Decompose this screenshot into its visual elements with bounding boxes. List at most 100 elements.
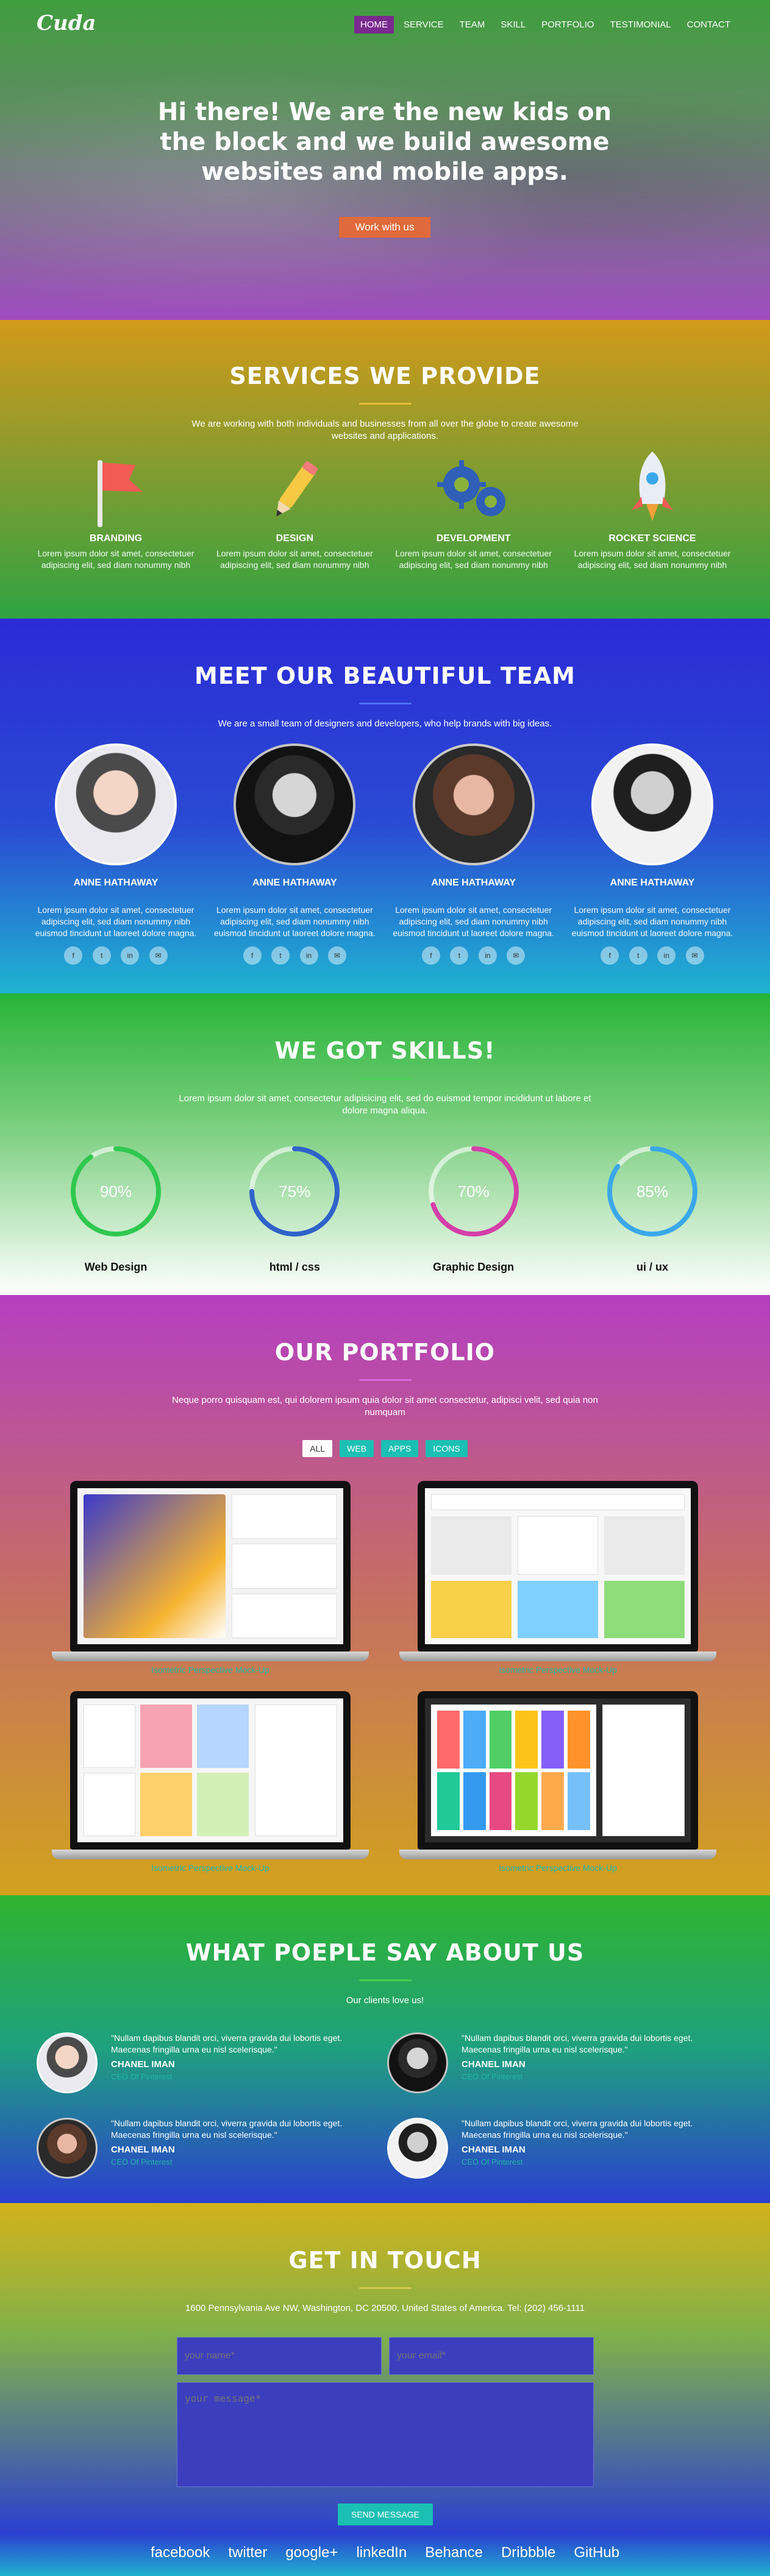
portfolio-item[interactable]: Isometric Perspective Mock-Up <box>399 1481 716 1675</box>
footer-links: facebook twitter google+ linkedIn Behanc… <box>0 2544 770 2561</box>
service-text: Lorem ipsum dolor sit amet, consectetuer… <box>37 548 194 570</box>
portfolio-caption: Isometric Perspective Mock-Up <box>499 1665 617 1675</box>
email-icon[interactable]: ✉ <box>685 946 704 965</box>
testimonial-role: CEO Of Pinterest <box>111 2157 173 2166</box>
facebook-icon[interactable]: f <box>421 946 440 965</box>
contact-divider <box>358 2287 412 2289</box>
avatar <box>37 2118 98 2179</box>
email-input[interactable] <box>389 2337 594 2375</box>
team-member-bio: Lorem ipsum dolor sit amet, consectetuer… <box>214 905 376 938</box>
avatar <box>387 2032 448 2093</box>
portfolio-item[interactable]: Isometric Perspective Mock-Up <box>399 1691 716 1873</box>
gallery-screen <box>77 1698 343 1842</box>
team-member-bio: Lorem ipsum dolor sit amet, consectetuer… <box>571 905 733 938</box>
email-icon[interactable]: ✉ <box>507 946 526 965</box>
service-title: ROCKET SCIENCE <box>608 533 696 544</box>
laptop-screen <box>70 1691 351 1850</box>
testimonials-grid: "Nullam dapibus blandit orci, viverra gr… <box>37 2032 732 2179</box>
testimonial-card: "Nullam dapibus blandit orci, viverra gr… <box>37 2032 354 2093</box>
nav-item-contact[interactable]: CONTACT <box>681 16 736 34</box>
brand-logo[interactable]: Cuda <box>37 11 96 35</box>
footer-link-linkedin[interactable]: linkedIn <box>356 2544 407 2561</box>
testimonial-name: CHANEL IMAN <box>111 2144 175 2155</box>
team-member-name: ANNE HATHAWAY <box>610 878 695 888</box>
hero-section: Cuda HOME SERVICE TEAM SKILL PORTFOLIO T… <box>0 0 770 320</box>
contact-row <box>177 2337 594 2375</box>
filter-web[interactable]: WEB <box>340 1440 374 1457</box>
twitter-icon[interactable]: t <box>450 946 469 965</box>
name-input[interactable] <box>177 2337 382 2375</box>
contact-title: GET IN TOUCH <box>288 2247 482 2274</box>
portfolio-item[interactable]: Isometric Perspective Mock-Up <box>52 1481 369 1675</box>
team-member: ANNE HATHAWAY Lorem ipsum dolor sit amet… <box>212 743 377 965</box>
laptop-mockup <box>52 1481 369 1661</box>
twitter-icon[interactable]: t <box>92 946 111 965</box>
facebook-icon[interactable]: f <box>64 946 83 965</box>
twitter-icon[interactable]: t <box>629 946 647 965</box>
portfolio-item[interactable]: Isometric Perspective Mock-Up <box>52 1691 369 1873</box>
nav-item-home[interactable]: HOME <box>354 16 394 34</box>
email-icon[interactable]: ✉ <box>149 946 168 965</box>
testimonials-lead: Our clients love us! <box>346 1995 424 2006</box>
team-member: ANNE HATHAWAY Lorem ipsum dolor sit amet… <box>570 743 735 965</box>
footer: facebook twitter google+ linkedIn Behanc… <box>0 2533 770 2576</box>
facebook-icon[interactable]: f <box>243 946 262 965</box>
footer-link-behance[interactable]: Behance <box>425 2544 483 2561</box>
laptop-base <box>52 1850 369 1859</box>
icons-screen <box>425 1698 691 1842</box>
linkedin-icon[interactable]: in <box>657 946 676 965</box>
skill-item: 85% ui / ux <box>570 1143 735 1274</box>
skill-ring: 70% <box>425 1143 522 1240</box>
service-title: BRANDING <box>89 533 143 544</box>
testimonial-name: CHANEL IMAN <box>111 2059 175 2070</box>
testimonials-divider <box>358 1979 412 1981</box>
footer-link-dribbble[interactable]: Dribbble <box>501 2544 555 2561</box>
service-item: DEVELOPMENT Lorem ipsum dolor sit amet, … <box>391 448 556 571</box>
service-title: DESIGN <box>276 533 313 544</box>
testimonial-quote: "Nullam dapibus blandit orci, viverra gr… <box>462 2118 693 2140</box>
footer-link-googleplus[interactable]: google+ <box>285 2544 338 2561</box>
email-icon[interactable]: ✉ <box>328 946 346 965</box>
filter-all[interactable]: ALL <box>302 1440 333 1457</box>
hero-title: Hi there! We are the new kids on the blo… <box>157 98 612 186</box>
linkedin-icon[interactable]: in <box>299 946 318 965</box>
skill-label: ui / ux <box>636 1261 668 1273</box>
team-section: MEET OUR BEAUTIFUL TEAM We are a small t… <box>0 619 770 993</box>
testimonial-quote: "Nullam dapibus blandit orci, viverra gr… <box>111 2118 343 2140</box>
testimonials-title: WHAT POEPLE SAY ABOUT US <box>185 1939 585 1966</box>
nav-item-portfolio[interactable]: PORTFOLIO <box>535 16 600 34</box>
twitter-icon[interactable]: t <box>271 946 290 965</box>
skill-ring: 90% <box>67 1143 165 1240</box>
skill-label: html / css <box>269 1261 320 1273</box>
filter-icons[interactable]: ICONS <box>426 1440 468 1457</box>
gears-icon <box>391 448 556 527</box>
work-with-us-button[interactable]: Work with us <box>339 217 430 238</box>
footer-link-facebook[interactable]: facebook <box>151 2544 210 2561</box>
laptop-screen <box>418 1481 698 1652</box>
footer-link-github[interactable]: GitHub <box>574 2544 619 2561</box>
avatar <box>591 743 713 865</box>
nav-item-service[interactable]: SERVICE <box>397 16 450 34</box>
nav-item-skill[interactable]: SKILL <box>494 16 532 34</box>
footer-link-twitter[interactable]: twitter <box>228 2544 267 2561</box>
message-textarea[interactable] <box>177 2382 594 2487</box>
team-lead: We are a small team of designers and dev… <box>218 719 552 729</box>
nav-item-testimonial[interactable]: TESTIMONIAL <box>604 16 677 34</box>
laptop-mockup <box>399 1481 716 1661</box>
send-message-button[interactable]: SEND MESSAGE <box>337 2503 433 2525</box>
linkedin-icon[interactable]: in <box>478 946 497 965</box>
linkedin-icon[interactable]: in <box>121 946 140 965</box>
nav-item-team[interactable]: TEAM <box>454 16 491 34</box>
portfolio-caption: Isometric Perspective Mock-Up <box>151 1665 269 1675</box>
filter-apps[interactable]: APPS <box>381 1440 419 1457</box>
skill-item: 75% html / css <box>212 1143 377 1274</box>
team-member: ANNE HATHAWAY Lorem ipsum dolor sit amet… <box>34 743 198 965</box>
pencil-icon <box>212 448 377 527</box>
skill-percent: 70% <box>457 1182 490 1201</box>
skill-ring: 75% <box>246 1143 343 1240</box>
skills-grid: 90% Web Design 75% html / css 70% Graphi… <box>34 1143 735 1274</box>
flag-icon <box>34 448 198 527</box>
team-social: f t in ✉ <box>570 946 735 965</box>
skill-ring: 85% <box>604 1143 701 1240</box>
facebook-icon[interactable]: f <box>601 946 619 965</box>
